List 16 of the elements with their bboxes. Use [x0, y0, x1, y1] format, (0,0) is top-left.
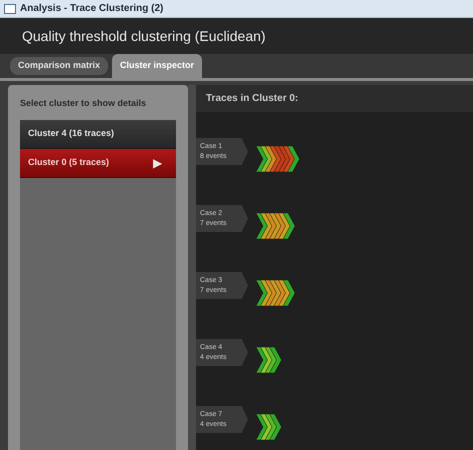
- sidebar-heading: Select cluster to show details: [20, 97, 148, 110]
- cluster-label: Cluster 4 (16 traces): [28, 126, 114, 140]
- traces-heading: Traces in Cluster 0:: [206, 92, 298, 106]
- selected-marker: ▶: [153, 154, 162, 172]
- cluster-label: Cluster 0 (5 traces): [28, 156, 110, 169]
- tab[interactable]: Comparison matrix: [10, 57, 108, 75]
- cluster-item[interactable]: Cluster 4 (16 traces): [20, 120, 176, 148]
- event-chevrons-drawing: [256, 146, 300, 172]
- event-chevrons-drawing: [256, 280, 296, 306]
- window-icon: [4, 4, 16, 14]
- header-title: Quality threshold clustering (Euclidean): [22, 26, 266, 46]
- cluster-item[interactable]: Cluster 0 (5 traces) ▶: [20, 148, 176, 178]
- event-chevrons-drawing: [256, 347, 282, 373]
- event-chevrons-drawing: [256, 213, 296, 239]
- event-chevrons-drawing: [256, 414, 282, 440]
- window-title: Analysis - Trace Clustering (2): [20, 2, 164, 16]
